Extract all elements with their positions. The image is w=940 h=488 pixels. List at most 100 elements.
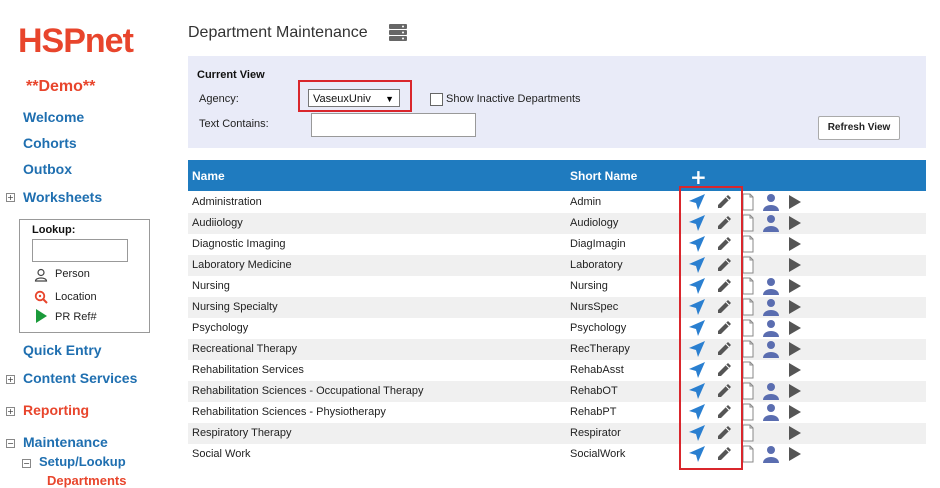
department-name-cell: Rehabilitation Services [192, 364, 304, 376]
department-name-cell: Psychology [192, 322, 249, 334]
table-row: Recreational Therapy RecTherapy [188, 339, 926, 360]
nav-quick-entry[interactable]: Quick Entry [23, 342, 102, 358]
play-arrow-icon[interactable] [786, 340, 804, 358]
lookup-panel: Lookup: Person Location PR Ref# [19, 219, 150, 333]
short-name-cell: Respirator [570, 427, 621, 439]
short-name-cell: RehabPT [570, 406, 617, 418]
play-arrow-icon[interactable] [786, 382, 804, 400]
column-header-name[interactable]: Name [192, 169, 225, 183]
show-inactive-label: Show Inactive Departments [446, 93, 581, 105]
nav-welcome[interactable]: Welcome [23, 109, 84, 125]
short-name-cell: Audiology [570, 217, 619, 229]
department-name-cell: Laboratory Medicine [192, 259, 292, 271]
collapse-setup-lookup-icon[interactable]: − [22, 459, 31, 468]
page-title: Department Maintenance [188, 24, 368, 41]
table-row: Diagnostic Imaging DiagImagin [188, 234, 926, 255]
play-arrow-icon[interactable] [786, 214, 804, 232]
lookup-input[interactable] [32, 239, 128, 262]
nav-cohorts[interactable]: Cohorts [23, 135, 77, 151]
short-name-cell: RecTherapy [570, 343, 630, 355]
play-arrow-icon[interactable] [786, 277, 804, 295]
lookup-person-link[interactable]: Person [55, 268, 90, 280]
department-name-cell: Rehabilitation Sciences - Physiotherapy [192, 406, 386, 418]
department-name-cell: Recreational Therapy [192, 343, 297, 355]
play-green-icon[interactable] [34, 309, 48, 323]
current-view-title: Current View [197, 69, 265, 81]
short-name-cell: Nursing [570, 280, 608, 292]
person-icon[interactable] [762, 382, 780, 400]
server-icon[interactable] [389, 24, 407, 41]
expand-content-services-icon[interactable]: + [6, 375, 15, 384]
short-name-cell: Admin [570, 196, 602, 208]
person-icon[interactable] [762, 403, 780, 421]
department-name-cell: Administration [192, 196, 262, 208]
agency-select-value: VaseuxUniv [313, 93, 371, 105]
nav-setup-lookup[interactable]: Setup/Lookup [39, 454, 126, 469]
agency-select[interactable]: VaseuxUniv ▼ [308, 89, 400, 107]
location-search-icon[interactable] [34, 290, 48, 304]
play-arrow-icon[interactable] [786, 319, 804, 337]
table-row: Rehabilitation Services RehabAsst [188, 360, 926, 381]
department-name-cell: Nursing Specialty [192, 301, 278, 313]
short-name-cell: Laboratory [570, 259, 623, 271]
nav-content-services[interactable]: Content Services [23, 370, 137, 386]
person-icon[interactable] [762, 340, 780, 358]
nav-reporting[interactable]: Reporting [23, 402, 89, 418]
table-row: Psychology Psychology [188, 318, 926, 339]
play-arrow-icon[interactable] [786, 403, 804, 421]
play-arrow-icon[interactable] [786, 445, 804, 463]
nav-maintenance[interactable]: Maintenance [23, 434, 108, 450]
dropdown-arrow-icon: ▼ [385, 94, 394, 104]
short-name-cell: RehabAsst [570, 364, 624, 376]
table-header: Name Short Name + [188, 160, 926, 191]
table-row: Rehabilitation Sciences - Occupational T… [188, 381, 926, 402]
short-name-cell: RehabOT [570, 385, 618, 397]
person-outline-icon[interactable] [34, 268, 48, 282]
lookup-pr-ref-link[interactable]: PR Ref# [55, 311, 97, 323]
hspnet-logo: HSPnet [18, 22, 134, 60]
table-row: Respiratory Therapy Respirator [188, 423, 926, 444]
short-name-cell: Psychology [570, 322, 627, 334]
column-header-short-name[interactable]: Short Name [570, 169, 637, 183]
play-arrow-icon[interactable] [786, 298, 804, 316]
department-name-cell: Diagnostic Imaging [192, 238, 286, 250]
current-view-panel: Current View Agency: VaseuxUniv ▼ Show I… [188, 56, 926, 148]
person-icon[interactable] [762, 445, 780, 463]
department-name-cell: Respiratory Therapy [192, 427, 292, 439]
short-name-cell: DiagImagin [570, 238, 626, 250]
collapse-maintenance-icon[interactable]: − [6, 439, 15, 448]
action-icons-highlight-box [679, 186, 743, 470]
nav-worksheets[interactable]: Worksheets [23, 189, 102, 205]
table-row: Social Work SocialWork [188, 444, 926, 465]
department-name-cell: Social Work [192, 448, 251, 460]
person-icon[interactable] [762, 298, 780, 316]
short-name-cell: SocialWork [570, 448, 626, 460]
nav-outbox[interactable]: Outbox [23, 161, 72, 177]
table-row: Administration Admin [188, 192, 926, 213]
table-row: Nursing Specialty NursSpec [188, 297, 926, 318]
play-arrow-icon[interactable] [786, 424, 804, 442]
lookup-location-link[interactable]: Location [55, 291, 97, 303]
person-icon[interactable] [762, 319, 780, 337]
play-arrow-icon[interactable] [786, 256, 804, 274]
nav-departments[interactable]: Departments [47, 473, 126, 488]
table-row: Rehabilitation Sciences - Physiotherapy R… [188, 402, 926, 423]
person-icon[interactable] [762, 277, 780, 295]
table-row: Nursing Nursing [188, 276, 926, 297]
agency-label: Agency: [199, 93, 239, 105]
person-icon[interactable] [762, 193, 780, 211]
person-icon[interactable] [762, 214, 780, 232]
expand-reporting-icon[interactable]: + [6, 407, 15, 416]
lookup-title: Lookup: [32, 224, 76, 236]
play-arrow-icon[interactable] [786, 235, 804, 253]
table-row: Audiiology Audiology [188, 213, 926, 234]
show-inactive-checkbox[interactable] [430, 93, 443, 106]
refresh-view-button[interactable]: Refresh View [818, 116, 900, 140]
department-name-cell: Rehabilitation Sciences - Occupational T… [192, 385, 424, 397]
play-arrow-icon[interactable] [786, 361, 804, 379]
expand-worksheets-icon[interactable]: + [6, 193, 15, 202]
department-name-cell: Audiiology [192, 217, 243, 229]
text-contains-input[interactable] [311, 113, 476, 137]
department-name-cell: Nursing [192, 280, 230, 292]
play-arrow-icon[interactable] [786, 193, 804, 211]
